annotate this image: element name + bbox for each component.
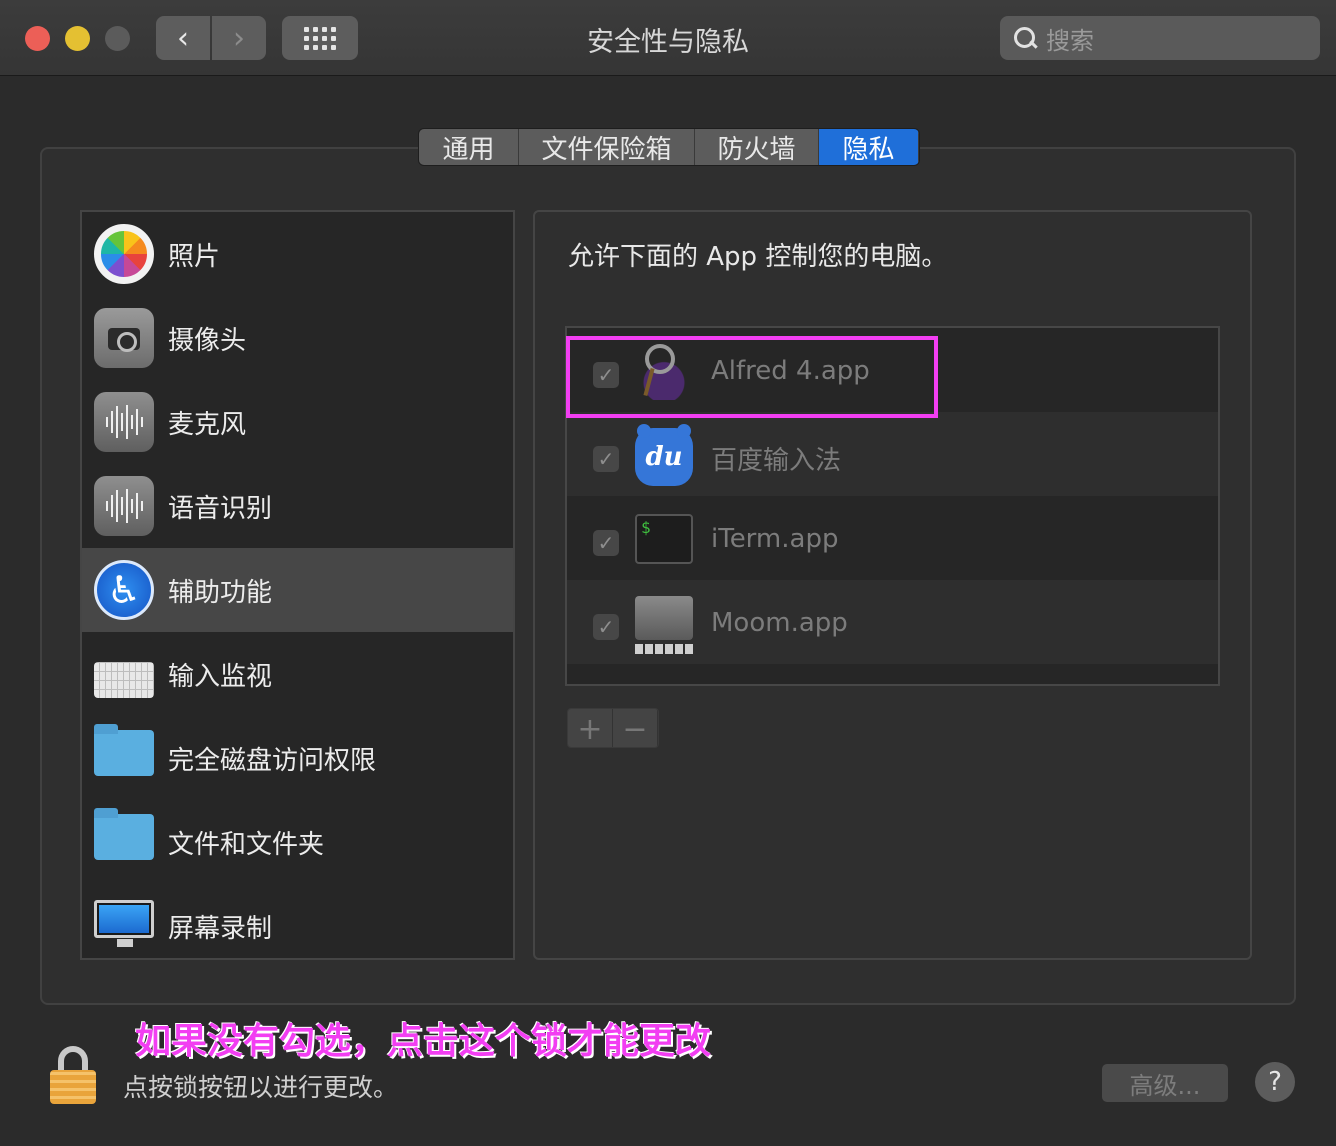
checkmark-icon: ✓ xyxy=(597,531,615,555)
sidebar-item-camera[interactable]: 摄像头 xyxy=(82,296,513,380)
sidebar-item-files-and-folders[interactable]: 文件和文件夹 xyxy=(82,800,513,884)
title-bar: ‹ › 安全性与隐私 搜索 xyxy=(0,0,1336,76)
sidebar-item-label: 辅助功能 xyxy=(168,577,273,608)
advanced-button[interactable]: 高级... xyxy=(1102,1064,1228,1102)
sidebar-item-label: 输入监视 xyxy=(168,661,273,692)
keyboard-icon xyxy=(94,662,154,698)
app-checkbox[interactable]: ✓ xyxy=(593,446,619,472)
baidu-ime-icon: du xyxy=(635,424,693,486)
annotation-text: 如果没有勾选，点击这个锁才能更改 xyxy=(135,1021,712,1062)
tab-privacy[interactable]: 隐私 xyxy=(819,129,919,165)
sidebar-item-label: 屏幕录制 xyxy=(168,913,273,944)
sidebar-item-label: 文件和文件夹 xyxy=(168,829,325,860)
app-name: 百度输入法 xyxy=(711,446,842,476)
iterm-icon: $ xyxy=(635,514,693,564)
sidebar-item-label: 完全磁盘访问权限 xyxy=(168,745,377,776)
checkmark-icon: ✓ xyxy=(597,447,615,471)
speech-recognition-icon xyxy=(94,476,154,536)
checkmark-icon: ✓ xyxy=(597,615,615,639)
display-icon xyxy=(94,900,154,947)
tab-general[interactable]: 通用 xyxy=(419,129,519,165)
lock-hint: 点按锁按钮以进行更改。 xyxy=(123,1073,399,1102)
sidebar-item-speech-recognition[interactable]: 语音识别 xyxy=(82,464,513,548)
add-remove-control: + − xyxy=(567,708,659,748)
search-input[interactable]: 搜索 xyxy=(1000,16,1320,60)
accessibility-icon: ♿ xyxy=(94,560,154,620)
photos-icon xyxy=(94,224,154,284)
moom-icon xyxy=(635,596,693,654)
content-heading: 允许下面的 App 控制您的电脑。 xyxy=(568,242,948,272)
app-checkbox[interactable]: ✓ xyxy=(593,530,619,556)
list-item[interactable]: ✓ $ iTerm.app xyxy=(567,496,1218,580)
app-checkbox[interactable]: ✓ xyxy=(593,614,619,640)
lock-button[interactable] xyxy=(50,1046,96,1104)
sidebar-item-label: 语音识别 xyxy=(168,493,273,524)
camera-icon xyxy=(94,308,154,368)
tab-firewall[interactable]: 防火墙 xyxy=(695,129,819,165)
folder-icon xyxy=(94,808,154,860)
privacy-category-list: 照片 摄像头 麦克风 语音识别 ♿ 辅助功能 输入监视 完全磁盘访问权限 文件和… xyxy=(80,210,515,960)
sidebar-item-screen-recording[interactable]: 屏幕录制 xyxy=(82,884,513,958)
app-name: iTerm.app xyxy=(711,524,839,554)
add-app-button[interactable]: + xyxy=(568,709,613,747)
microphone-icon xyxy=(94,392,154,452)
search-icon xyxy=(1012,25,1038,51)
sidebar-item-photos[interactable]: 照片 xyxy=(82,212,513,296)
sidebar-item-microphone[interactable]: 麦克风 xyxy=(82,380,513,464)
sidebar-item-full-disk-access[interactable]: 完全磁盘访问权限 xyxy=(82,716,513,800)
folder-icon xyxy=(94,724,154,776)
remove-app-button[interactable]: − xyxy=(613,709,658,747)
tab-filevault[interactable]: 文件保险箱 xyxy=(519,129,695,165)
tab-bar: 通用 文件保险箱 防火墙 隐私 xyxy=(418,128,920,166)
list-item[interactable]: ✓ Moom.app xyxy=(567,580,1218,664)
search-placeholder: 搜索 xyxy=(1046,26,1094,55)
sidebar-item-label: 麦克风 xyxy=(168,409,247,440)
app-name: Moom.app xyxy=(711,608,848,638)
sidebar-item-label: 照片 xyxy=(168,241,221,272)
highlight-box xyxy=(566,336,938,418)
sidebar-item-accessibility[interactable]: ♿ 辅助功能 xyxy=(82,548,513,632)
sidebar-item-label: 摄像头 xyxy=(168,325,247,356)
sidebar-item-input-monitoring[interactable]: 输入监视 xyxy=(82,632,513,716)
list-item[interactable]: ✓ du 百度输入法 xyxy=(567,412,1218,496)
help-button[interactable]: ? xyxy=(1255,1062,1295,1102)
